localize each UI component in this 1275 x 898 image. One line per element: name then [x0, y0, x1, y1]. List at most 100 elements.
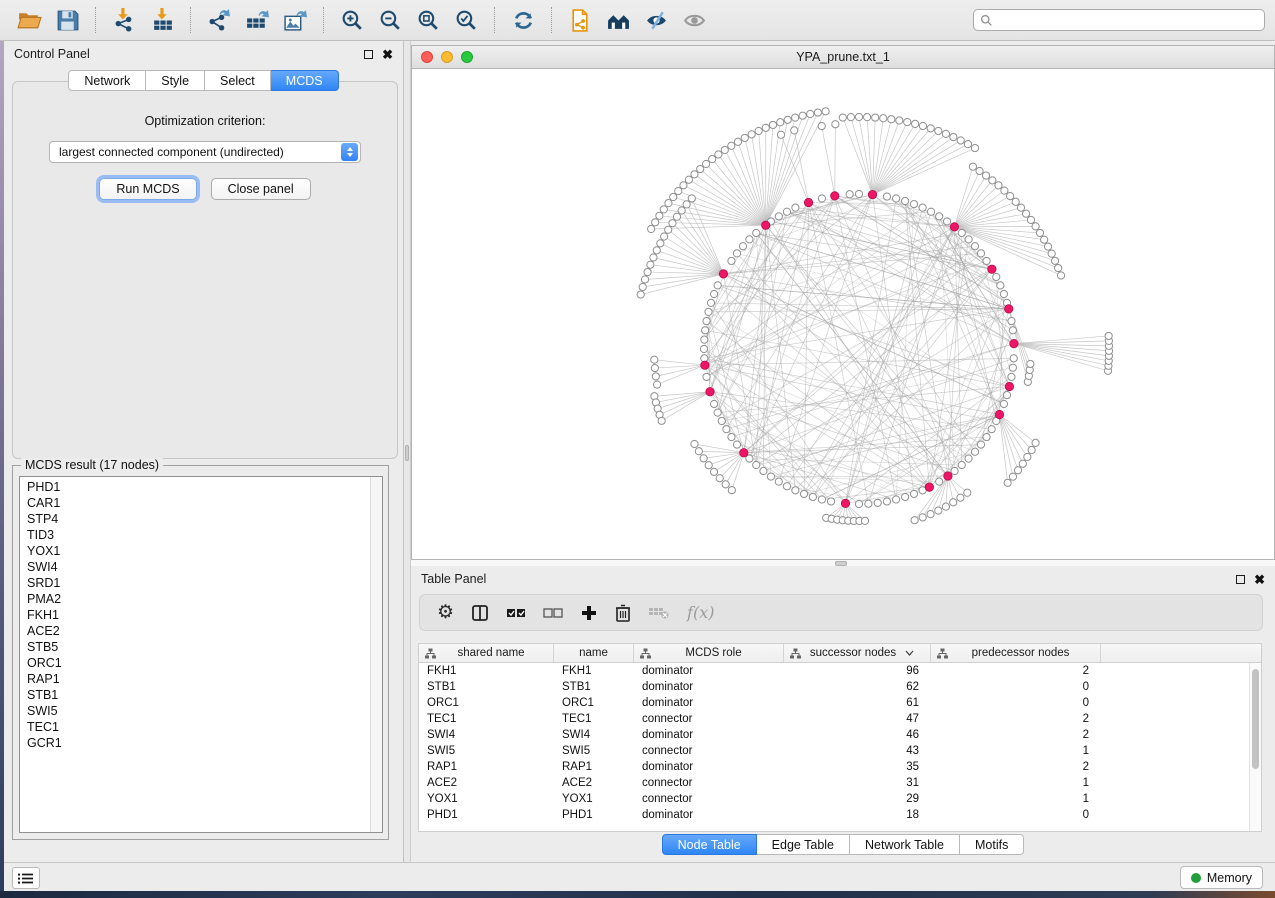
mcds-result-item[interactable]: RAP1 [20, 671, 370, 687]
table-row[interactable]: ORC1ORC1dominator610 [419, 695, 1261, 711]
table-row[interactable]: YOX1YOX1connector291 [419, 791, 1261, 807]
mcds-result-item[interactable]: SWI5 [20, 703, 370, 719]
table-row[interactable]: SWI4SWI4dominator462 [419, 727, 1261, 743]
cell-shared-name: TEC1 [419, 711, 554, 727]
table-row[interactable]: TEC1TEC1connector472 [419, 711, 1261, 727]
close-table-panel-icon[interactable]: ✖ [1254, 575, 1265, 584]
cell-MCDS-role: dominator [634, 679, 784, 695]
run-mcds-button[interactable]: Run MCDS [99, 178, 196, 200]
column-header-name[interactable]: name [554, 644, 634, 662]
memory-label: Memory [1207, 871, 1252, 885]
mcds-result-item[interactable]: ORC1 [20, 655, 370, 671]
tab-select[interactable]: Select [205, 70, 271, 91]
search-input[interactable] [998, 13, 1258, 27]
mcds-result-item[interactable]: PMA2 [20, 591, 370, 607]
tab-mcds[interactable]: MCDS [271, 70, 339, 91]
mcds-result-item[interactable]: PHD1 [20, 479, 370, 495]
hide-selected-icon[interactable] [637, 3, 675, 37]
desktop-wallpaper-edge [0, 41, 4, 892]
zoom-in-icon[interactable] [333, 3, 371, 37]
open-file-icon[interactable] [10, 3, 48, 37]
tab-network[interactable]: Network [68, 70, 146, 91]
mcds-list-scrollbar[interactable] [370, 477, 382, 832]
column-header-MCDS-role[interactable]: MCDS role [634, 644, 784, 662]
import-table-icon[interactable] [143, 3, 181, 37]
show-column-icon[interactable] [471, 600, 489, 626]
table-row[interactable]: SWI5SWI5connector431 [419, 743, 1261, 759]
mcds-result-item[interactable]: TEC1 [20, 719, 370, 735]
search-icon [980, 14, 993, 27]
export-image-icon[interactable] [276, 3, 314, 37]
mcds-result-item[interactable]: GCR1 [20, 735, 370, 751]
tab-motifs[interactable]: Motifs [960, 834, 1024, 855]
mcds-result-item[interactable]: SRD1 [20, 575, 370, 591]
desktop-wallpaper-strip [0, 891, 1275, 898]
cell-name: RAP1 [554, 759, 634, 775]
table-toolbar: ⚙ f(x) [419, 594, 1263, 631]
cell-shared-name: FKH1 [419, 663, 554, 679]
first-neighbors-icon[interactable] [599, 3, 637, 37]
column-header-shared-name[interactable]: shared name [419, 644, 554, 662]
cell-name: YOX1 [554, 791, 634, 807]
table-panel-title: Table Panel [411, 572, 486, 586]
add-row-icon[interactable] [580, 600, 598, 626]
import-network-icon[interactable] [105, 3, 143, 37]
mcds-result-item[interactable]: YOX1 [20, 543, 370, 559]
column-header-predecessor-nodes[interactable]: predecessor nodes [931, 644, 1101, 662]
table-scrollbar-thumb[interactable] [1252, 669, 1259, 769]
mcds-result-item[interactable]: ACE2 [20, 623, 370, 639]
mcds-result-item[interactable]: CAR1 [20, 495, 370, 511]
apply-layout-icon[interactable] [504, 3, 542, 37]
mcds-result-item[interactable]: FKH1 [20, 607, 370, 623]
export-table-icon[interactable] [238, 3, 276, 37]
deselect-all-icon[interactable] [543, 600, 563, 626]
column-settings-icon[interactable]: ⚙ [437, 600, 454, 626]
tab-node-table[interactable]: Node Table [662, 834, 757, 855]
cell-successor-nodes: 96 [784, 663, 931, 679]
node-table: shared namenameMCDS rolesuccessor nodesp… [418, 643, 1262, 832]
cell-successor-nodes: 18 [784, 807, 931, 823]
close-panel-icon[interactable]: ✖ [382, 50, 393, 59]
table-row[interactable]: STB1STB1dominator620 [419, 679, 1261, 695]
vertical-splitter-handle[interactable] [405, 445, 409, 461]
vertical-splitter[interactable] [403, 41, 411, 862]
export-network-icon[interactable] [200, 3, 238, 37]
new-network-from-selection-icon[interactable] [561, 3, 599, 37]
network-canvas[interactable] [412, 69, 1274, 559]
status-bar: Memory [4, 862, 1275, 891]
memory-button[interactable]: Memory [1180, 866, 1263, 889]
mcds-result-item[interactable]: SWI4 [20, 559, 370, 575]
mcds-result-item[interactable]: TID3 [20, 527, 370, 543]
table-row[interactable]: RAP1RAP1dominator352 [419, 759, 1261, 775]
cell-predecessor-nodes: 2 [931, 759, 1101, 775]
table-row[interactable]: ACE2ACE2connector311 [419, 775, 1261, 791]
tab-style[interactable]: Style [146, 70, 205, 91]
column-header-successor-nodes[interactable]: successor nodes [784, 644, 931, 662]
table-scrollbar[interactable] [1249, 663, 1261, 831]
mcds-result-item[interactable]: STP4 [20, 511, 370, 527]
mcds-result-item[interactable]: STB1 [20, 687, 370, 703]
function-builder-icon[interactable]: f(x) [687, 600, 714, 626]
cell-name: ACE2 [554, 775, 634, 791]
zoom-selected-icon[interactable] [447, 3, 485, 37]
cell-MCDS-role: connector [634, 743, 784, 759]
tab-edge-table[interactable]: Edge Table [757, 834, 850, 855]
float-panel-icon[interactable] [364, 50, 373, 59]
task-history-button[interactable] [12, 867, 40, 889]
criterion-dropdown[interactable]: largest connected component (undirected) [49, 141, 361, 163]
close-panel-button[interactable]: Close panel [211, 178, 311, 200]
zoom-fit-icon[interactable] [409, 3, 447, 37]
network-title-bar[interactable]: YPA_prune.txt_1 [412, 46, 1274, 69]
table-row[interactable]: PHD1PHD1dominator180 [419, 807, 1261, 823]
save-session-icon[interactable] [48, 3, 86, 37]
zoom-out-icon[interactable] [371, 3, 409, 37]
destroy-table-icon[interactable] [648, 600, 670, 626]
show-all-icon[interactable] [675, 3, 713, 37]
tab-network-table[interactable]: Network Table [850, 834, 960, 855]
mcds-result-item[interactable]: STB5 [20, 639, 370, 655]
delete-row-icon[interactable] [615, 600, 631, 626]
float-table-panel-icon[interactable] [1236, 575, 1245, 584]
cell-predecessor-nodes: 0 [931, 807, 1101, 823]
select-all-icon[interactable] [506, 600, 526, 626]
table-row[interactable]: FKH1FKH1dominator962 [419, 663, 1261, 679]
